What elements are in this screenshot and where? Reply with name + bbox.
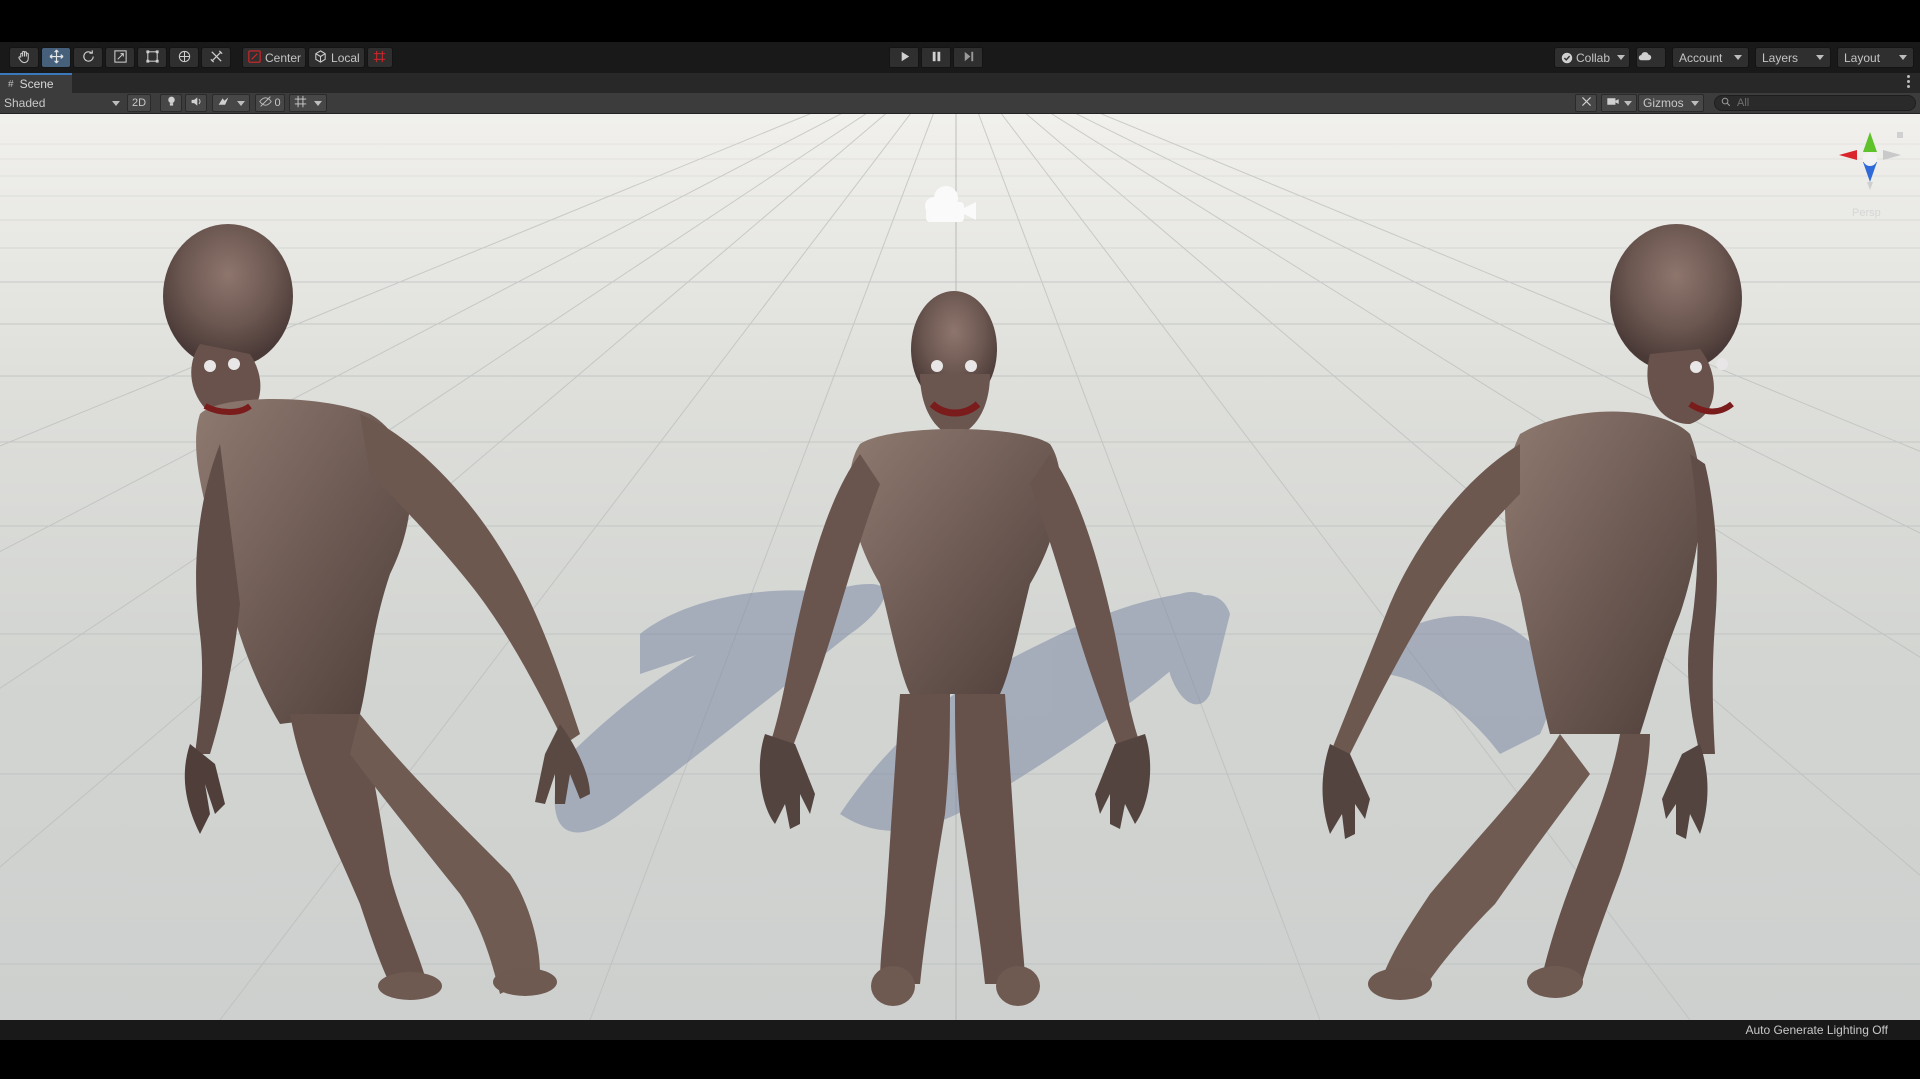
custom-tool-button[interactable] xyxy=(201,47,231,68)
2d-toggle-label: 2D xyxy=(131,97,147,109)
scene-render xyxy=(0,114,1920,1020)
audio-toggle-button[interactable] xyxy=(185,94,207,112)
chevron-down-icon xyxy=(1691,100,1699,106)
move-icon xyxy=(49,49,64,67)
hand-icon xyxy=(17,49,32,67)
account-dropdown[interactable]: Account xyxy=(1672,47,1749,68)
hidden-count: 0 xyxy=(274,97,281,109)
collab-label: Collab xyxy=(1576,50,1611,65)
status-bar: Auto Generate Lighting Off xyxy=(0,1020,1920,1040)
search-icon xyxy=(1721,97,1731,110)
layout-label: Layout xyxy=(1844,50,1881,65)
zombie-left-model[interactable] xyxy=(163,224,590,1000)
scene-viewport[interactable]: Persp xyxy=(0,114,1920,1020)
lighting-toggle-button[interactable] xyxy=(160,94,182,112)
play-button[interactable] xyxy=(889,47,919,68)
letterbox-bottom xyxy=(0,1040,1920,1079)
camera-icon xyxy=(1606,95,1620,111)
gizmos-dropdown[interactable]: Gizmos xyxy=(1638,94,1704,112)
tools-overlay-button[interactable] xyxy=(1575,94,1597,112)
2d-toggle-button[interactable]: 2D xyxy=(127,94,151,112)
collab-dropdown[interactable]: Collab xyxy=(1554,47,1630,68)
chevron-down-icon xyxy=(112,100,120,106)
speaker-icon xyxy=(190,95,203,111)
layers-label: Layers xyxy=(1762,50,1799,65)
pause-button[interactable] xyxy=(921,47,951,68)
effects-dropdown[interactable] xyxy=(212,94,250,112)
projection-label[interactable]: Persp xyxy=(1852,207,1881,219)
cloud-icon xyxy=(1637,49,1652,67)
scene-tab-label: Scene xyxy=(19,77,54,91)
tab-scene[interactable]: # Scene xyxy=(0,73,72,93)
step-icon xyxy=(961,49,976,67)
rect-tool-button[interactable] xyxy=(137,47,167,68)
grid-snap-button[interactable] xyxy=(366,47,393,68)
chevron-down-icon xyxy=(314,100,322,106)
transform-tools xyxy=(9,47,233,68)
pause-icon xyxy=(929,49,944,67)
scene-visibility-toggle[interactable]: 0 xyxy=(255,94,285,112)
rotate-icon xyxy=(81,49,96,67)
hierarchy-search[interactable] xyxy=(1714,95,1916,111)
account-label: Account xyxy=(1679,50,1723,65)
playback-controls xyxy=(889,47,985,68)
scale-tool-button[interactable] xyxy=(105,47,135,68)
letterbox-top xyxy=(0,0,1920,42)
pivot-center-label: Center xyxy=(265,50,302,65)
pivot-local-label: Local xyxy=(331,50,360,65)
rotate-tool-button[interactable] xyxy=(73,47,103,68)
grid-snap-icon xyxy=(372,49,387,67)
chevron-down-icon xyxy=(1624,100,1632,106)
panel-menu-icon[interactable] xyxy=(1907,75,1910,90)
local-space-icon xyxy=(313,49,328,67)
transform-tool-button[interactable] xyxy=(169,47,199,68)
lighting-status[interactable]: Auto Generate Lighting Off xyxy=(1745,1023,1888,1037)
lightbulb-icon xyxy=(165,95,178,111)
shading-mode-dropdown[interactable]: Shaded xyxy=(3,94,124,112)
pivot-center-button[interactable]: Center xyxy=(242,47,307,68)
hand-tool-button[interactable] xyxy=(9,47,39,68)
effects-icon xyxy=(217,95,230,111)
main-toolbar: Center Local Collab Account Layers Layou… xyxy=(0,42,1920,74)
pivot-center-icon xyxy=(247,49,262,67)
move-tool-button[interactable] xyxy=(41,47,71,68)
grid-icon xyxy=(294,95,307,111)
layers-dropdown[interactable]: Layers xyxy=(1755,47,1831,68)
scale-icon xyxy=(113,49,128,67)
hidden-eye-icon xyxy=(259,95,273,111)
scene-hash-icon: # xyxy=(8,78,14,90)
transform-icon xyxy=(177,49,192,67)
step-button[interactable] xyxy=(953,47,983,68)
camera-settings-dropdown[interactable] xyxy=(1601,94,1637,112)
grid-dropdown[interactable] xyxy=(289,94,327,112)
toolbar-right: Collab Account Layers Layout xyxy=(1548,47,1914,68)
chevron-down-icon xyxy=(237,100,245,106)
pivot-local-button[interactable]: Local xyxy=(308,47,365,68)
scene-toolbar: Shaded 2D 0 Gizmos All xyxy=(0,93,1920,114)
cloud-services-button[interactable] xyxy=(1636,47,1666,68)
search-input[interactable] xyxy=(1735,96,1909,110)
check-icon xyxy=(1561,52,1573,64)
tools-icon xyxy=(209,49,224,67)
layout-dropdown[interactable]: Layout xyxy=(1837,47,1914,68)
gizmos-label: Gizmos xyxy=(1643,96,1684,110)
shading-mode-label: Shaded xyxy=(4,96,46,110)
rect-transform-icon xyxy=(145,49,160,67)
zombie-center-model[interactable] xyxy=(759,291,1151,1006)
play-icon xyxy=(897,49,912,67)
tools-icon xyxy=(1580,95,1593,111)
camera-gizmo[interactable] xyxy=(925,186,976,222)
pivot-tools: Center Local xyxy=(242,47,395,68)
scene-tab-bar: # Scene xyxy=(0,73,1920,93)
